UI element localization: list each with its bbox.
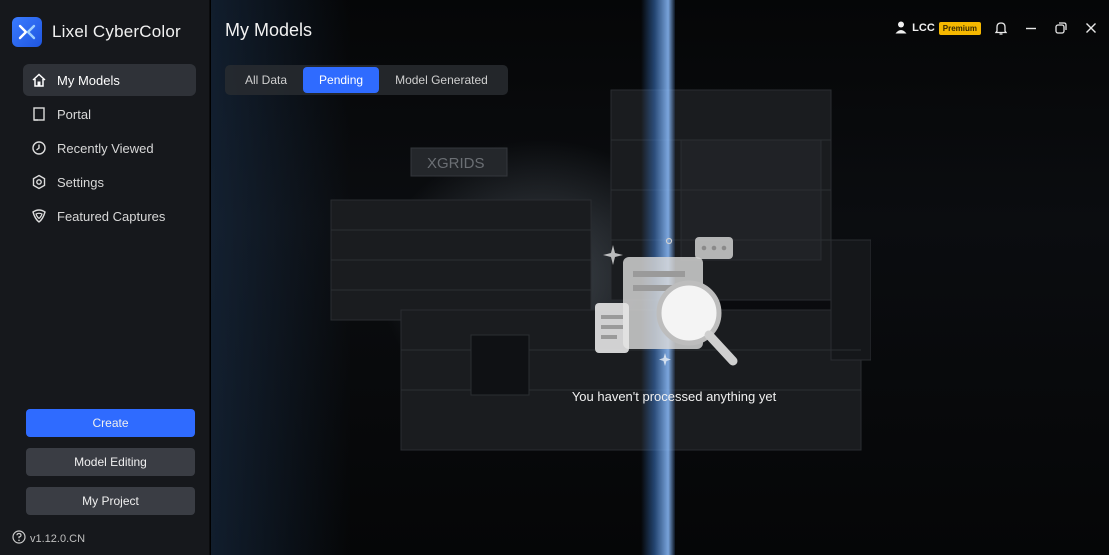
sidebar-item-my-models[interactable]: My Models xyxy=(23,64,196,96)
main-panel: XGRIDS My Models All Data Pending Model … xyxy=(211,0,1109,555)
brand: Lixel CyberColor xyxy=(12,12,181,52)
clock-icon xyxy=(31,140,47,156)
xgrids-sign: XGRIDS xyxy=(427,155,485,172)
sidebar-item-label: Featured Captures xyxy=(57,208,166,224)
home-icon xyxy=(31,72,47,88)
minimize-icon[interactable] xyxy=(1021,18,1041,38)
help-icon xyxy=(12,530,26,547)
heart-shield-icon xyxy=(31,208,47,224)
sidebar-nav: My Models Portal Recently Viewed Setting… xyxy=(23,64,196,234)
create-button[interactable]: Create xyxy=(26,409,195,437)
gear-icon xyxy=(31,174,47,190)
bookmark-icon xyxy=(31,106,47,122)
tab-bar: All Data Pending Model Generated xyxy=(225,65,508,95)
user-name: LCC xyxy=(912,22,935,34)
tab-all-data[interactable]: All Data xyxy=(229,67,303,93)
restore-window-icon[interactable] xyxy=(1051,18,1071,38)
sidebar: Lixel CyberColor My Models Portal Recent… xyxy=(0,0,210,555)
user-avatar-icon xyxy=(894,20,908,37)
model-editing-button[interactable]: Model Editing xyxy=(26,448,195,476)
sidebar-item-settings[interactable]: Settings xyxy=(23,166,196,198)
app-name: Lixel CyberColor xyxy=(52,22,181,41)
user-menu[interactable]: LCC Premium xyxy=(894,20,981,37)
close-icon[interactable] xyxy=(1081,18,1101,38)
version-label: v1.12.0.CN xyxy=(30,532,86,545)
sidebar-item-label: Recently Viewed xyxy=(57,140,154,156)
version-info[interactable]: v1.12.0.CN xyxy=(12,530,85,547)
empty-state-search-icon xyxy=(595,237,738,366)
page-title: My Models xyxy=(225,20,313,40)
tab-model-generated[interactable]: Model Generated xyxy=(379,67,504,93)
sidebar-item-featured-captures[interactable]: Featured Captures xyxy=(23,200,196,232)
window-toolbar: LCC Premium xyxy=(894,18,1101,38)
sidebar-item-recently-viewed[interactable]: Recently Viewed xyxy=(23,132,196,164)
brand-logo-icon xyxy=(12,17,42,47)
notification-bell-icon[interactable] xyxy=(991,18,1011,38)
app-window: Lixel CyberColor My Models Portal Recent… xyxy=(0,0,1109,555)
my-project-button[interactable]: My Project xyxy=(26,487,195,515)
sidebar-item-label: Portal xyxy=(57,106,91,122)
sidebar-item-label: Settings xyxy=(57,174,104,190)
empty-state-message: You haven't processed anything yet xyxy=(571,389,777,404)
sidebar-item-portal[interactable]: Portal xyxy=(23,98,196,130)
premium-badge: Premium xyxy=(938,21,981,35)
sidebar-item-label: My Models xyxy=(57,72,120,88)
tab-pending[interactable]: Pending xyxy=(303,67,380,93)
